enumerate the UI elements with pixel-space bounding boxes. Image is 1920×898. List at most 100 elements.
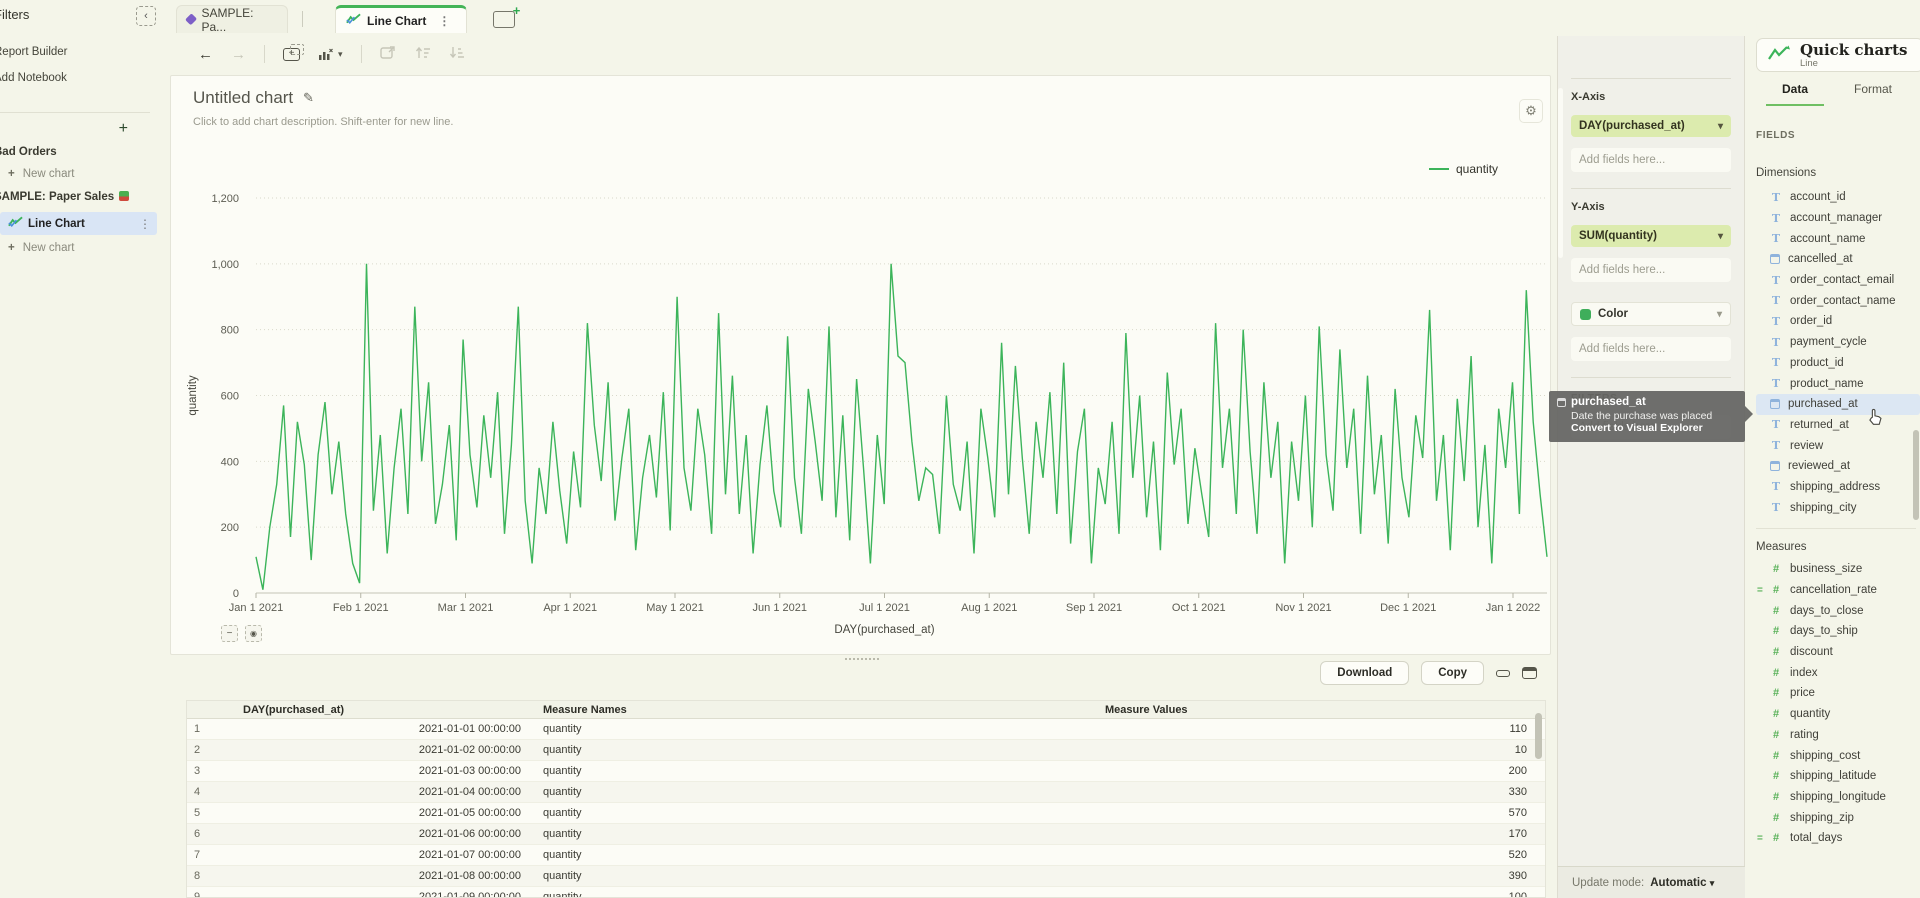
dimension-item-order_contact_name[interactable]: Torder_contact_name <box>1756 290 1920 311</box>
sidebar-group-bad-orders[interactable]: Bad Orders <box>0 146 154 158</box>
sidebar-item-new-chart-2[interactable]: +New chart <box>8 242 158 254</box>
copy-button[interactable]: Copy <box>1421 661 1484 685</box>
field-label: shipping_cost <box>1790 750 1860 762</box>
table-row[interactable]: 72021-01-07 00:00:00quantity520 <box>187 845 1545 866</box>
number-type-icon: # <box>1770 667 1782 679</box>
dimension-item-order_contact_email[interactable]: Torder_contact_email <box>1756 270 1920 291</box>
sidebar-item-line-chart[interactable]: Line Chart ⋮ <box>0 212 157 235</box>
sidebar-item-new-chart[interactable]: +New chart <box>8 168 158 180</box>
dimension-item-shipping_address[interactable]: Tshipping_address <box>1756 477 1920 498</box>
chart-description-placeholder[interactable]: Click to add chart description. Shift-en… <box>193 116 453 128</box>
table-row[interactable]: 32021-01-03 00:00:00quantity200 <box>187 761 1545 782</box>
zoom-out-button[interactable]: − <box>221 625 238 642</box>
number-type-icon: # <box>1770 729 1782 741</box>
table-row[interactable]: 92021-01-09 00:00:00quantity100 <box>187 887 1545 898</box>
zoom-reset-button[interactable]: ◉ <box>245 625 262 642</box>
color-add-field[interactable]: Add fields here... <box>1571 337 1731 361</box>
back-button[interactable]: ← <box>198 46 213 63</box>
chart-title[interactable]: Untitled chart <box>193 88 293 108</box>
add-item-button[interactable]: + <box>119 120 128 138</box>
tab-data[interactable]: Data <box>1756 82 1834 104</box>
dimension-item-account_id[interactable]: Taccount_id <box>1756 187 1920 208</box>
config-panel-scrollbar[interactable] <box>1558 88 1563 258</box>
measure-item-days_to_ship[interactable]: #days_to_ship <box>1756 621 1920 642</box>
measures-list: #business_size=#cancellation_rate#days_t… <box>1756 559 1920 849</box>
dimension-item-account_manager[interactable]: Taccount_manager <box>1756 208 1920 229</box>
tab-menu-icon[interactable]: ⋮ <box>432 14 456 28</box>
chart-settings-button[interactable]: ⚙ <box>1519 99 1543 123</box>
dimension-item-shipping_city[interactable]: Tshipping_city <box>1756 497 1920 518</box>
measure-item-cancellation_rate[interactable]: =#cancellation_rate <box>1756 580 1920 601</box>
edit-title-icon[interactable]: ✎ <box>303 90 314 106</box>
svg-text:1,000: 1,000 <box>211 259 239 271</box>
measure-item-shipping_longitude[interactable]: #shipping_longitude <box>1756 787 1920 808</box>
dimension-item-reviewed_at[interactable]: reviewed_at <box>1756 456 1920 477</box>
kebab-menu-icon[interactable]: ⋮ <box>133 217 157 231</box>
column-header[interactable]: Measure Values <box>1091 704 1545 716</box>
measure-item-shipping_zip[interactable]: #shipping_zip <box>1756 807 1920 828</box>
measure-item-quantity[interactable]: #quantity <box>1756 704 1920 725</box>
table-row[interactable]: 52021-01-05 00:00:00quantity570 <box>187 803 1545 824</box>
svg-text:400: 400 <box>221 456 239 468</box>
tab-sample-paper-sales[interactable]: SAMPLE: Pa... <box>176 5 288 33</box>
download-button[interactable]: Download <box>1320 661 1409 685</box>
divider <box>1571 377 1731 378</box>
svg-text:Dec 1 2021: Dec 1 2021 <box>1380 602 1436 614</box>
measure-item-shipping_cost[interactable]: #shipping_cost <box>1756 745 1920 766</box>
measure-item-index[interactable]: #index <box>1756 662 1920 683</box>
table-row[interactable]: 62021-01-06 00:00:00quantity170 <box>187 824 1545 845</box>
move-to-canvas-icon[interactable] <box>380 45 397 63</box>
table-cell: 3 <box>187 765 231 777</box>
measure-item-business_size[interactable]: #business_size <box>1756 559 1920 580</box>
table-row[interactable]: 42021-01-04 00:00:00quantity330 <box>187 782 1545 803</box>
dimension-item-purchased_at[interactable]: purchased_at <box>1756 394 1920 415</box>
measure-item-days_to_close[interactable]: #days_to_close <box>1756 600 1920 621</box>
dimension-item-returned_at[interactable]: Treturned_at <box>1756 415 1920 436</box>
tab-line-chart[interactable]: Line Chart ⋮ <box>335 5 467 33</box>
update-mode-select[interactable]: Automatic ▾ <box>1650 877 1714 889</box>
measure-item-rating[interactable]: #rating <box>1756 725 1920 746</box>
sidebar-item-report-builder[interactable]: Report Builder <box>0 46 154 58</box>
measure-item-total_days[interactable]: =#total_days <box>1756 828 1920 849</box>
y-axis-field-pill[interactable]: SUM(quantity) ▾ <box>1571 225 1731 247</box>
remove-chart-dropdown[interactable]: ▾ <box>318 48 343 61</box>
x-axis-add-field[interactable]: Add fields here... <box>1571 148 1731 172</box>
sidebar-item-add-notebook[interactable]: Add Notebook <box>0 72 154 84</box>
collapse-sidebar-button[interactable]: ‹ <box>136 6 156 26</box>
table-row[interactable]: 12021-01-01 00:00:00quantity110 <box>187 719 1545 740</box>
measure-item-shipping_latitude[interactable]: #shipping_latitude <box>1756 766 1920 787</box>
table-row[interactable]: 22021-01-02 00:00:00quantity10 <box>187 740 1545 761</box>
duplicate-chart-icon[interactable]: + <box>283 48 300 61</box>
tab-format[interactable]: Format <box>1834 82 1912 104</box>
y-axis-add-field[interactable]: Add fields here... <box>1571 258 1731 282</box>
sort-descending-icon[interactable] <box>449 46 465 63</box>
column-header[interactable]: Measure Names <box>531 704 1091 716</box>
color-section[interactable]: Color ▾ <box>1571 302 1731 326</box>
expand-table-icon[interactable] <box>1522 667 1537 679</box>
tab-label: SAMPLE: Pa... <box>201 6 277 34</box>
fields-scrollbar[interactable] <box>1913 430 1919 520</box>
dimension-item-cancelled_at[interactable]: cancelled_at <box>1756 249 1920 270</box>
dimension-item-account_name[interactable]: Taccount_name <box>1756 228 1920 249</box>
forward-button[interactable]: → <box>231 46 246 63</box>
column-header[interactable]: DAY(purchased_at) <box>231 704 531 716</box>
dimension-item-product_name[interactable]: Tproduct_name <box>1756 373 1920 394</box>
dimension-item-order_id[interactable]: Torder_id <box>1756 311 1920 332</box>
table-row[interactable]: 82021-01-08 00:00:00quantity390 <box>187 866 1545 887</box>
measure-item-price[interactable]: #price <box>1756 683 1920 704</box>
new-tab-button[interactable]: + <box>493 11 515 28</box>
dimension-item-product_id[interactable]: Tproduct_id <box>1756 353 1920 374</box>
resize-handle[interactable] <box>845 658 879 662</box>
caret-down-icon: ▾ <box>1717 309 1722 320</box>
sort-ascending-icon[interactable] <box>415 46 431 63</box>
collapse-table-icon[interactable] <box>1496 670 1510 677</box>
panel-title: Quick charts <box>1800 41 1907 59</box>
dimension-item-review[interactable]: Treview <box>1756 435 1920 456</box>
tooltip-action-convert[interactable]: Convert to Visual Explorer <box>1571 422 1737 434</box>
measure-item-discount[interactable]: #discount <box>1756 642 1920 663</box>
number-type-icon: # <box>1770 832 1782 844</box>
dimension-item-payment_cycle[interactable]: Tpayment_cycle <box>1756 332 1920 353</box>
x-axis-field-pill[interactable]: DAY(purchased_at) ▾ <box>1571 115 1731 137</box>
table-scrollbar[interactable] <box>1535 713 1542 759</box>
sidebar-group-sample-paper-sales[interactable]: SAMPLE: Paper Sales <box>0 191 154 203</box>
